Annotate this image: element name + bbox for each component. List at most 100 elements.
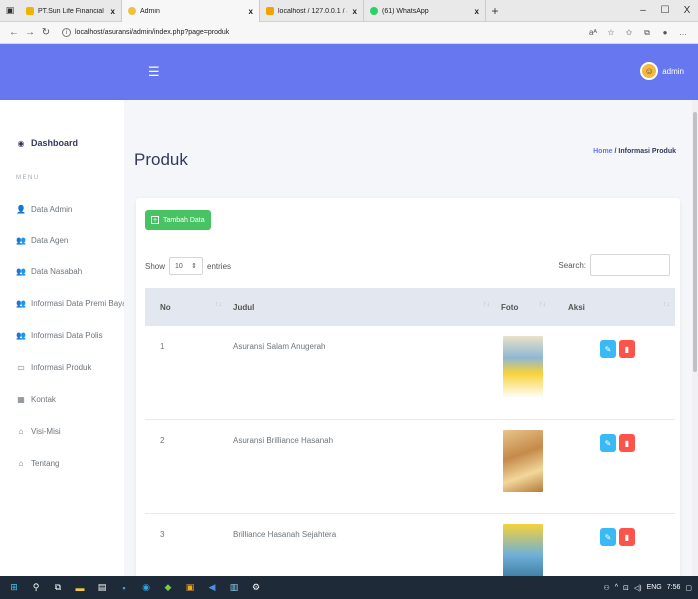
read-aloud-icon[interactable]: a͏ᴬ [584, 28, 602, 37]
sidebar-item-dashboard[interactable]: ◉ Dashboard [16, 138, 79, 148]
delete-button[interactable]: ▮ [619, 434, 635, 452]
app-icon[interactable]: ◀ [204, 582, 220, 594]
minimize-button[interactable]: – [632, 5, 654, 16]
start-icon[interactable]: ⊞ [6, 582, 22, 594]
sidebar-item-premi-bayar[interactable]: 👥 Informasi Data Premi Bayar [16, 299, 129, 308]
menu-toggle-icon[interactable]: ☰ [148, 64, 160, 80]
user-menu[interactable]: ☺ admin [640, 62, 684, 80]
phpmyadmin-favicon-icon [266, 7, 274, 15]
close-tab-icon[interactable]: x [353, 7, 357, 16]
collections-icon[interactable]: ⧉ [638, 28, 656, 38]
sort-icon[interactable]: ↑↓ [215, 301, 222, 308]
sidebar-item-data-agen[interactable]: 👥 Data Agen [16, 236, 68, 245]
edit-button[interactable]: ✎ [600, 528, 616, 546]
tab-title: PT.Sun Life Financial Syariah Alli [38, 7, 105, 15]
close-tab-icon[interactable]: x [249, 7, 253, 16]
volume-icon[interactable]: ◁) [634, 584, 642, 592]
window-menu-icon[interactable]: ▣ [0, 0, 20, 21]
site-info-icon[interactable]: i [62, 28, 71, 37]
sidebar-item-label: Data Agen [31, 236, 69, 245]
close-tab-icon[interactable]: x [111, 7, 115, 16]
back-icon[interactable]: ← [6, 27, 22, 38]
breadcrumb-home-link[interactable]: Home [593, 148, 612, 155]
column-header-foto[interactable]: Foto [501, 288, 518, 326]
edge-icon[interactable]: ◉ [138, 582, 154, 594]
delete-button[interactable]: ▮ [619, 528, 635, 546]
file-explorer-icon[interactable]: ▬ [72, 582, 88, 594]
people-icon[interactable]: ⚇ [603, 584, 609, 592]
users-icon: 👥 [16, 267, 26, 276]
close-window-button[interactable]: X [676, 5, 698, 16]
sidebar-item-data-admin[interactable]: 👤 Data Admin [16, 205, 72, 214]
sidebar-item-kontak[interactable]: ▦ Kontak [16, 395, 56, 404]
avatar: ☺ [640, 62, 659, 80]
browser-tab-phpmyadmin[interactable]: localhost / 127.0.0.1 / asuransi x [260, 0, 364, 22]
app-header: ☰ ☺ admin [0, 44, 698, 100]
app-icon[interactable]: ▥ [226, 582, 242, 594]
browser-tab-whatsapp[interactable]: (61) WhatsApp x [364, 0, 486, 22]
profile-icon[interactable]: ● [656, 28, 674, 37]
tray-language[interactable]: ENG [647, 584, 662, 591]
maximize-button[interactable]: ☐ [654, 5, 676, 16]
sidebar-item-data-polis[interactable]: 👥 Informasi Data Polis [16, 331, 103, 340]
notifications-icon[interactable]: ▢ [685, 584, 692, 592]
sidebar-item-label: Kontak [31, 395, 56, 404]
sidebar-section-label: MENU [16, 175, 40, 181]
sidebar-item-data-nasabah[interactable]: 👥 Data Nasabah [16, 267, 82, 276]
mail-icon[interactable]: ▪ [116, 582, 132, 594]
app-icon[interactable]: ▣ [182, 582, 198, 594]
network-icon[interactable]: ⊡ [623, 584, 629, 592]
sidebar-item-visi-misi[interactable]: ⌂ Visi-Misi [16, 427, 61, 436]
browser-tab-admin[interactable]: Admin x [122, 0, 260, 22]
entries-value: 10 [175, 262, 183, 270]
delete-button[interactable]: ▮ [619, 340, 635, 358]
whatsapp-favicon-icon [370, 7, 378, 15]
sort-icon[interactable]: ↑↓ [539, 301, 546, 308]
settings-icon[interactable]: ⚙ [248, 582, 264, 594]
search-input[interactable] [590, 254, 670, 276]
row-title: Asuransi Salam Anugerah [233, 342, 326, 351]
table-row: 1 Asuransi Salam Anugerah ✎ ▮ [145, 326, 675, 420]
plus-icon: + [151, 216, 159, 224]
search-icon[interactable]: ⚲ [28, 582, 44, 594]
favorite-star-icon[interactable]: ☆ [602, 28, 620, 37]
edit-button[interactable]: ✎ [600, 434, 616, 452]
add-data-button[interactable]: + Tambah Data [145, 210, 211, 230]
search-label: Search: [558, 260, 586, 270]
entries-select[interactable]: 10 ⇕ [169, 257, 204, 275]
entries-label: entries [207, 261, 232, 271]
tray-up-icon[interactable]: ^ [615, 584, 618, 591]
url-field[interactable]: i localhost/asuransi/admin/index.php?pag… [54, 28, 584, 37]
column-header-aksi[interactable]: Aksi [568, 288, 585, 326]
more-icon[interactable]: … [674, 28, 692, 37]
sort-icon[interactable]: ↑↓ [663, 301, 670, 308]
sidebar-item-label: Informasi Produk [31, 363, 92, 372]
sunlife-favicon-icon [26, 7, 34, 15]
sort-icon[interactable]: ↑↓ [483, 301, 490, 308]
sidebar-item-label: Informasi Data Premi Bayar [31, 299, 130, 308]
product-photo [503, 524, 543, 576]
close-tab-icon[interactable]: x [475, 7, 479, 16]
sidebar-item-tentang[interactable]: ⌂ Tentang [16, 459, 60, 468]
app-icon[interactable]: ◆ [160, 582, 176, 594]
forward-icon[interactable]: → [22, 27, 38, 38]
table-row: 2 Asuransi Brilliance Hasanah ✎ ▮ [145, 420, 675, 514]
new-tab-button[interactable]: + [486, 0, 504, 21]
sidebar-item-label: Informasi Data Polis [31, 331, 103, 340]
home-icon: ⌂ [18, 459, 24, 468]
edit-button[interactable]: ✎ [600, 340, 616, 358]
product-photo [503, 336, 543, 398]
browser-tab-sunlife[interactable]: PT.Sun Life Financial Syariah Alli x [20, 0, 122, 22]
sidebar-item-informasi-produk[interactable]: ▭ Informasi Produk [16, 363, 91, 372]
favorites-icon[interactable]: ✩ [620, 28, 638, 37]
refresh-icon[interactable]: ↻ [38, 27, 54, 38]
address-bar: ← → ↻ i localhost/asuransi/admin/index.p… [0, 22, 698, 44]
scrollbar-thumb[interactable] [693, 112, 697, 372]
tab-title: (61) WhatsApp [382, 7, 429, 15]
store-icon[interactable]: ▤ [94, 582, 110, 594]
column-header-no[interactable]: No [160, 288, 171, 326]
column-header-judul[interactable]: Judul [233, 288, 254, 326]
tray-clock[interactable]: 7:56 [667, 584, 681, 591]
tab-title: Admin [140, 7, 160, 15]
task-view-icon[interactable]: ⧉ [50, 582, 66, 594]
